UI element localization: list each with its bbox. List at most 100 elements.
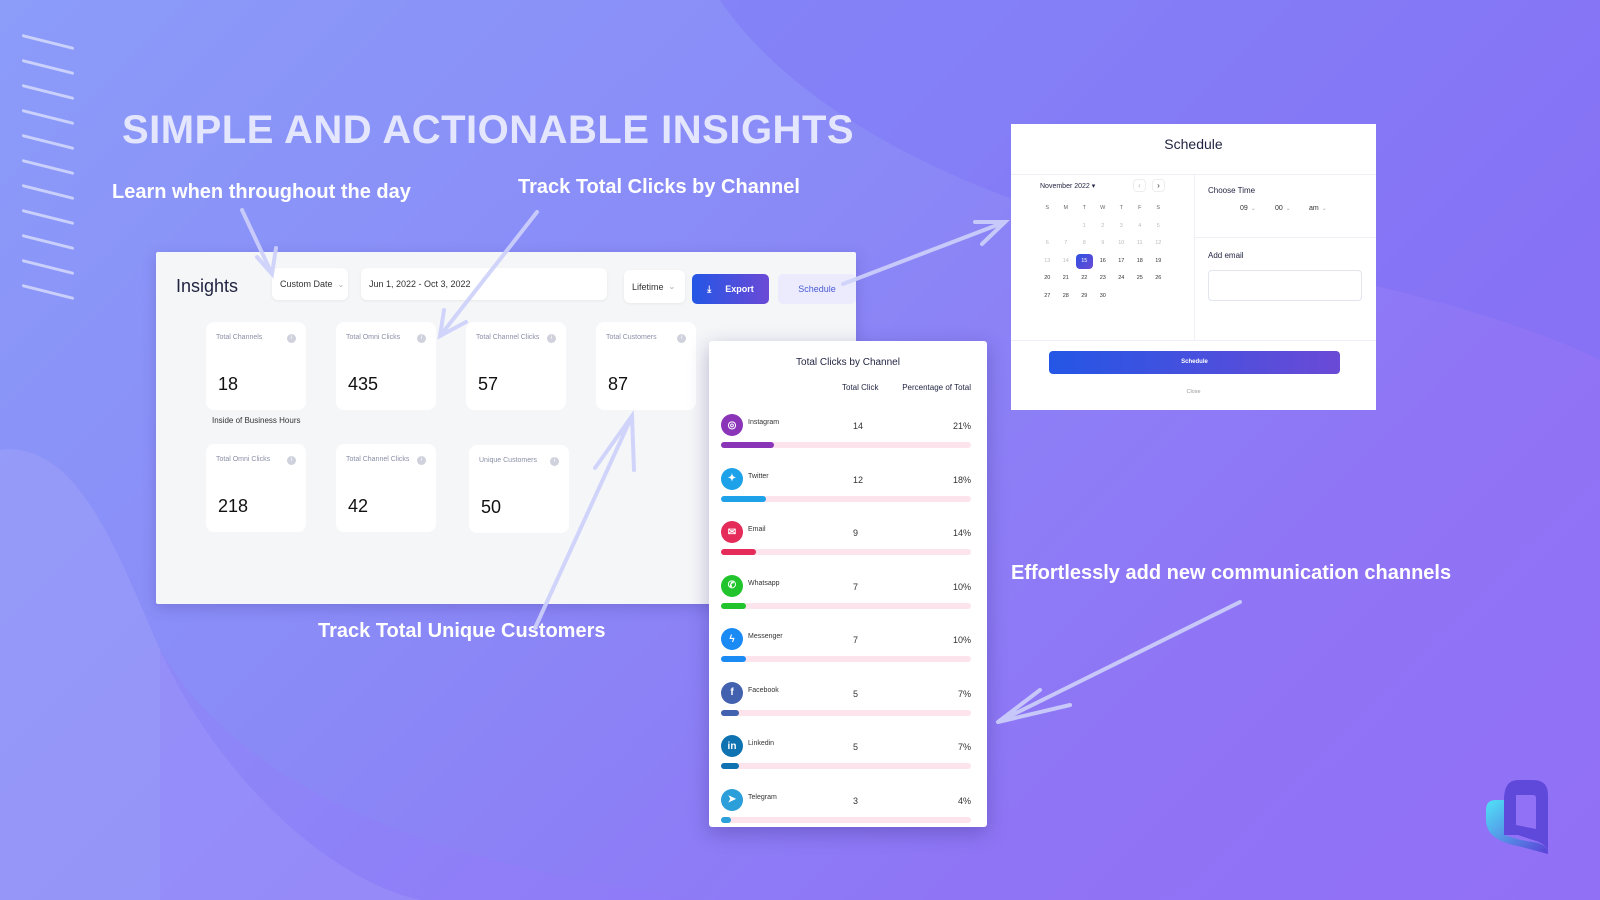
calendar-day: 14: [1062, 257, 1069, 264]
stat-label: Unique Customers: [479, 457, 537, 464]
hour-value: 09: [1240, 205, 1248, 212]
weekday-header: T: [1119, 205, 1123, 211]
divider: [1194, 174, 1195, 340]
calendar-month-dropdown[interactable]: November 2022 ▾: [1040, 182, 1095, 190]
clicks-by-channel-panel: Total Clicks by Channel Total Click Perc…: [709, 341, 987, 827]
weekday-header: F: [1138, 205, 1142, 211]
weekday-header: S: [1045, 205, 1050, 211]
channel-percentage: 7%: [957, 688, 971, 699]
export-button[interactable]: ⤓ Export: [692, 274, 769, 304]
calendar-day[interactable]: 19: [1149, 253, 1168, 271]
calendar-day[interactable]: 28: [1057, 288, 1076, 306]
calendar-day[interactable]: 30: [1094, 288, 1113, 306]
calendar-grid: S M T W T F S 1 2 3 4 5 6 7 8 9 10 11 12 13 14 15 16 17 18 19 20 21…: [1038, 200, 1168, 305]
calendar-day-selected[interactable]: 15: [1076, 253, 1093, 269]
email-input[interactable]: [1208, 270, 1362, 301]
hour-select[interactable]: 09 ⌄: [1240, 205, 1256, 212]
stat-value: 87: [608, 374, 629, 394]
minute-select[interactable]: 00 ⌄: [1275, 205, 1291, 212]
info-icon[interactable]: i: [547, 334, 556, 343]
calendar-day: 2: [1101, 222, 1105, 229]
calendar-day[interactable]: 27: [1038, 288, 1057, 306]
channel-percentage: 10%: [952, 581, 971, 592]
calendar-day[interactable]: 17: [1112, 253, 1131, 271]
calendar-day[interactable]: 22: [1075, 270, 1094, 288]
close-link[interactable]: Close: [1011, 389, 1376, 395]
info-icon[interactable]: i: [417, 334, 426, 343]
stat-label: Total Channel Clicks: [476, 334, 540, 341]
schedule-button[interactable]: Schedule: [778, 274, 856, 304]
channel-name: Twitter: [748, 472, 769, 480]
stat-value: 18: [218, 374, 239, 394]
info-icon[interactable]: i: [677, 334, 686, 343]
calendar-day[interactable]: 20: [1038, 270, 1057, 288]
ampm-select[interactable]: am ⌄: [1309, 205, 1327, 212]
channel-progress-track: [721, 549, 971, 555]
weekday-header: T: [1082, 205, 1086, 211]
calendar-day[interactable]: 21: [1057, 270, 1076, 288]
channel-progress-fill: [721, 549, 756, 555]
stat-label: Total Channels: [216, 334, 263, 341]
schedule-modal: Schedule November 2022 ▾ ‹ › SMTWTFS1234…: [1011, 124, 1376, 410]
date-mode-dropdown[interactable]: Custom Date ⌄: [272, 268, 348, 300]
stat-value: 50: [481, 497, 502, 517]
channel-row: in Linkedin 5 7%: [721, 735, 971, 779]
info-icon[interactable]: i: [417, 456, 426, 465]
schedule-modal-title: Schedule: [1164, 136, 1223, 152]
channel-clicks: 5: [853, 742, 859, 752]
date-range-input[interactable]: Jun 1, 2022 - Oct 3, 2022: [361, 268, 607, 300]
channel-name: Messenger: [748, 633, 783, 640]
channel-clicks: 14: [853, 421, 864, 431]
channel-clicks: 12: [853, 474, 864, 485]
stat-label: Total Omni Clicks: [346, 334, 401, 341]
period-dropdown[interactable]: Lifetime ⌄: [624, 270, 685, 303]
insights-title: Insights: [176, 276, 239, 296]
channel-progress-track: [721, 656, 971, 662]
ampm-value: am: [1309, 205, 1319, 212]
minute-value: 00: [1275, 205, 1283, 212]
calendar-day: 12: [1155, 240, 1162, 246]
info-icon[interactable]: i: [550, 457, 559, 466]
calendar-day[interactable]: 18: [1131, 253, 1150, 271]
calendar-day: 4: [1138, 222, 1142, 229]
page-headline: SIMPLE AND ACTIONABLE INSIGHTS: [122, 108, 855, 152]
calendar-day: 6: [1045, 240, 1049, 246]
stat-card-total-channel-clicks: Total Channel Clicks i 57: [466, 322, 566, 410]
date-range-value: Jun 1, 2022 - Oct 3, 2022: [369, 279, 471, 289]
calendar-day[interactable]: 23: [1094, 270, 1113, 288]
channel-progress-track: [721, 495, 971, 502]
period-value: Lifetime: [632, 281, 664, 292]
prev-month-button[interactable]: ‹: [1133, 179, 1146, 192]
channel-clicks: 3: [853, 795, 859, 806]
stat-card-total-omni-clicks: Total Omni Clicks i 435: [336, 322, 436, 410]
channel-row: ➤ Telegram 3 4%: [721, 788, 971, 833]
info-icon[interactable]: i: [287, 456, 296, 465]
arrow-channels: [996, 600, 1242, 724]
calendar-day[interactable]: 24: [1112, 270, 1131, 288]
schedule-submit-button[interactable]: Schedule: [1049, 351, 1340, 374]
next-month-button[interactable]: ›: [1152, 179, 1165, 192]
calendar-day[interactable]: 25: [1131, 270, 1150, 288]
date-mode-value: Custom Date: [280, 279, 333, 289]
calendar-month-label: November 2022: [1040, 183, 1090, 190]
info-icon[interactable]: i: [287, 334, 296, 343]
calendar-day[interactable]: 29: [1075, 288, 1094, 306]
weekday-header: M: [1063, 205, 1069, 211]
schedule-label: Schedule: [798, 284, 836, 294]
calendar-day[interactable]: 26: [1149, 270, 1168, 288]
channel-progress-fill: [721, 816, 731, 823]
twitter-icon: ✦: [721, 467, 743, 490]
stat-label: Total Channel Clicks: [346, 456, 410, 463]
clicks-title: Total Clicks by Channel: [796, 357, 900, 368]
channel-clicks: 9: [853, 528, 859, 538]
calendar-day: 13: [1044, 257, 1051, 264]
weekday-header: S: [1156, 205, 1161, 211]
messenger-icon: ϟ: [721, 628, 743, 650]
channel-row: ✉ Email 9 14%: [721, 521, 971, 565]
calendar-day[interactable]: 16: [1094, 253, 1113, 271]
column-header-percentage: Percentage of Total: [902, 383, 971, 392]
telegram-icon: ➤: [721, 788, 743, 811]
chevron-down-icon: ⌄: [337, 279, 345, 289]
channel-name: Telegram: [748, 793, 777, 801]
stat-value: 42: [348, 496, 369, 516]
